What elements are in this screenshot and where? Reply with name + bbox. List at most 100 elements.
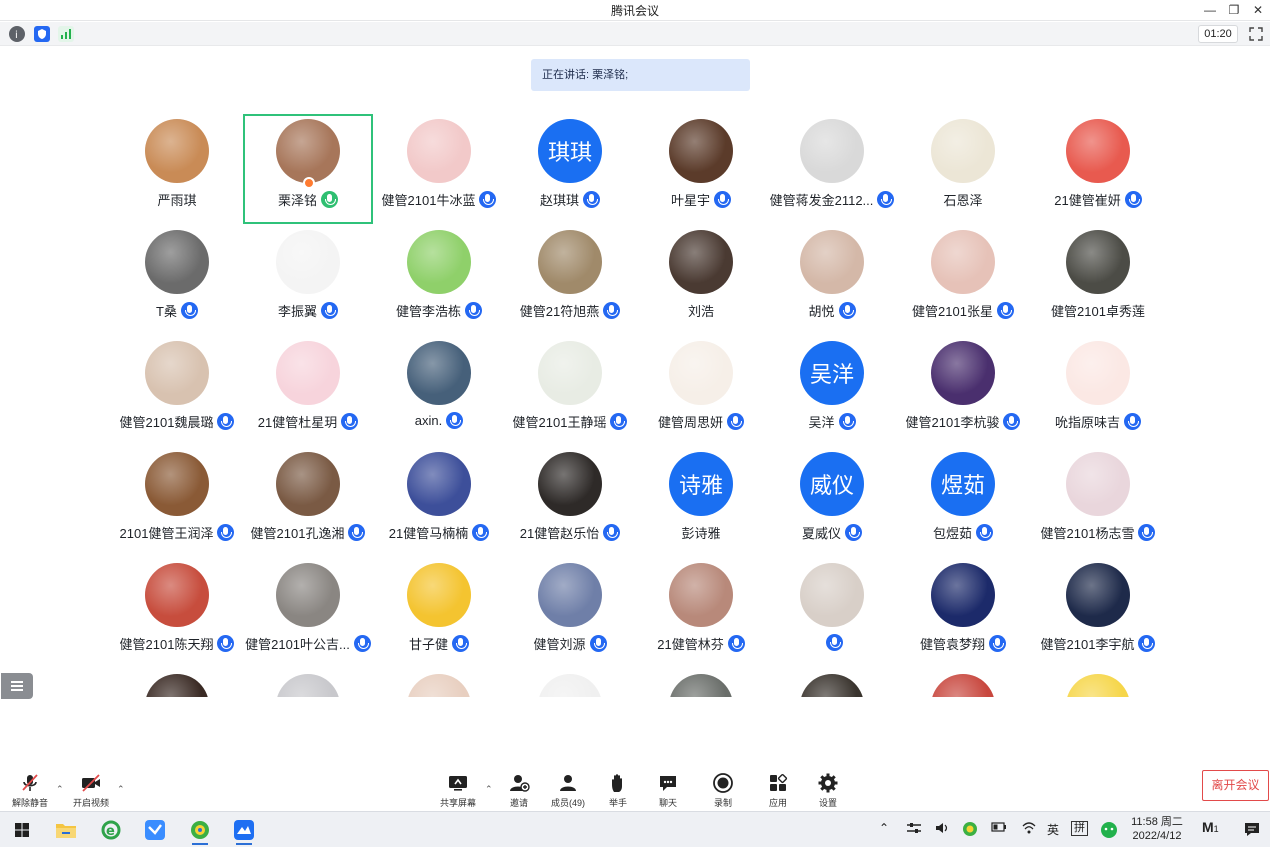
- language-indicator[interactable]: 英: [1047, 821, 1059, 838]
- members-label: 成员(49): [550, 798, 585, 808]
- participant-tile[interactable]: 健管2101杨志雪: [1033, 447, 1163, 557]
- mic-icon: [996, 302, 1014, 319]
- share-screen-button[interactable]: 共享屏幕: [432, 772, 484, 810]
- mic-icon: [989, 635, 1006, 652]
- audio-options-chevron-up-icon[interactable]: ⌃: [56, 784, 64, 795]
- raise-hand-button[interactable]: 举手: [592, 772, 644, 810]
- participant-list-toggle[interactable]: [1, 673, 33, 699]
- tencent-meeting-taskbar-icon[interactable]: [224, 815, 264, 845]
- input-method-m-icon[interactable]: M1: [1202, 819, 1219, 835]
- participant-avatar: [931, 119, 995, 183]
- participant-tile[interactable]: 健管2101张星: [898, 225, 1028, 335]
- mic-icon: [727, 635, 745, 652]
- participant-tile[interactable]: 21健管杜星玥: [243, 336, 373, 446]
- wechat-tray-icon[interactable]: [1099, 821, 1119, 842]
- participant-name: 健管袁梦翔: [919, 637, 985, 652]
- chat-button[interactable]: 聊天: [642, 772, 694, 810]
- file-explorer-icon[interactable]: [46, 815, 86, 845]
- participant-tile[interactable]: [243, 669, 373, 697]
- participant-avatar: [276, 674, 340, 697]
- participant-tile[interactable]: 吮指原味吉: [1033, 336, 1163, 446]
- participant-name: 包煜茹: [932, 526, 972, 541]
- participant-name: 21健管赵乐怡: [519, 526, 600, 541]
- volume-icon[interactable]: [934, 821, 950, 838]
- members-icon: [560, 775, 576, 791]
- participant-name: 健管2101王静瑶: [512, 415, 607, 430]
- settings-button[interactable]: 设置: [802, 772, 854, 810]
- battery-icon[interactable]: [991, 821, 1007, 836]
- participant-name: T桑: [156, 304, 177, 319]
- participant-tile[interactable]: [374, 669, 504, 697]
- participant-tile[interactable]: 石恩泽: [898, 114, 1028, 224]
- ie-browser-icon[interactable]: e: [91, 815, 131, 845]
- invite-label: 邀请: [509, 798, 528, 808]
- gear-icon: [818, 773, 838, 793]
- participant-name: axin.: [414, 413, 443, 428]
- participant-avatar: [145, 674, 209, 697]
- record-icon: [713, 773, 733, 793]
- feishu-app-icon[interactable]: [135, 815, 175, 845]
- windows-start-icon[interactable]: [2, 815, 42, 845]
- participant-avatar: [407, 341, 471, 405]
- participant-name-line: 21健管崔妍: [1013, 190, 1183, 209]
- start-video-button[interactable]: 开启视频: [65, 772, 117, 810]
- participant-avatar: [145, 341, 209, 405]
- participant-name: 健管2101张星: [912, 304, 993, 319]
- notification-center-icon[interactable]: [1243, 821, 1261, 840]
- participant-avatar: [669, 674, 733, 697]
- unmute-button[interactable]: 解除静音: [4, 772, 56, 810]
- participant-tile[interactable]: [1033, 669, 1163, 697]
- participant-name: 健管2101牛冰蓝: [381, 193, 476, 208]
- participant-tile[interactable]: 煜茹 包煜茹: [898, 447, 1028, 557]
- participant-avatar: [407, 563, 471, 627]
- participant-avatar: [276, 563, 340, 627]
- mic-icon: [976, 524, 993, 541]
- participant-avatar: 煜茹: [931, 452, 995, 516]
- participant-tile[interactable]: 健管2101李宇航: [1033, 558, 1163, 668]
- participant-avatar: [931, 563, 995, 627]
- participant-tile[interactable]: 健管2101李杭骏: [898, 336, 1028, 446]
- participant-tile[interactable]: [767, 669, 897, 697]
- participant-name: 石恩泽: [943, 193, 983, 208]
- mic-icon: [838, 413, 856, 430]
- participant-name: 健管2101魏晨璐: [119, 415, 214, 430]
- participant-name: 21健管马楠楠: [388, 526, 469, 541]
- participant-name: 健管周思妍: [657, 415, 723, 430]
- participant-tile[interactable]: [636, 669, 766, 697]
- invite-button[interactable]: 邀请: [493, 772, 545, 810]
- share-screen-icon: [449, 776, 467, 791]
- taskbar-clock[interactable]: 11:58 周二 2022/4/12: [1126, 815, 1188, 843]
- network-settings-icon[interactable]: [906, 821, 922, 838]
- participant-name: 健管2101叶公吉...: [245, 637, 350, 652]
- participant-tile[interactable]: [112, 669, 242, 697]
- share-options-chevron-up-icon[interactable]: ⌃: [485, 784, 493, 795]
- participant-name: 健管2101卓秀莲: [1051, 304, 1145, 319]
- record-button[interactable]: 录制: [697, 772, 749, 810]
- settings-label: 设置: [818, 798, 837, 808]
- participant-avatar: [1066, 230, 1130, 294]
- participant-avatar: [1066, 452, 1130, 516]
- members-button[interactable]: 成员(49): [542, 772, 594, 810]
- tray-overflow-chevron-up-icon[interactable]: ⌃: [879, 821, 889, 835]
- mic-icon: [180, 302, 198, 319]
- participant-avatar: [145, 119, 209, 183]
- participant-tile[interactable]: 健管袁梦翔: [898, 558, 1028, 668]
- participant-tile[interactable]: [505, 669, 635, 697]
- participant-tile[interactable]: [898, 669, 1028, 697]
- participant-name-line: 健管2101杨志雪: [1013, 523, 1183, 542]
- participant-avatar: [1066, 119, 1130, 183]
- participant-avatar: 诗雅: [669, 452, 733, 516]
- apps-button[interactable]: 应用: [752, 772, 804, 810]
- wps-tray-icon[interactable]: [962, 821, 978, 840]
- participant-tile[interactable]: 21健管崔妍: [1033, 114, 1163, 224]
- participant-avatar: [1066, 341, 1130, 405]
- wps-app-icon[interactable]: [180, 815, 220, 845]
- participant-name: 健管2101李杭骏: [905, 415, 1000, 430]
- video-options-chevron-up-icon[interactable]: ⌃: [117, 784, 125, 795]
- ime-mode-indicator[interactable]: 拼: [1071, 821, 1088, 836]
- participant-tile[interactable]: 21健管林芬: [636, 558, 766, 668]
- participant-tile[interactable]: 健管2101卓秀莲: [1033, 225, 1163, 335]
- leave-meeting-button[interactable]: 离开会议: [1202, 770, 1269, 801]
- participant-tile[interactable]: 严雨琪: [112, 114, 242, 224]
- wifi-icon[interactable]: [1021, 821, 1037, 838]
